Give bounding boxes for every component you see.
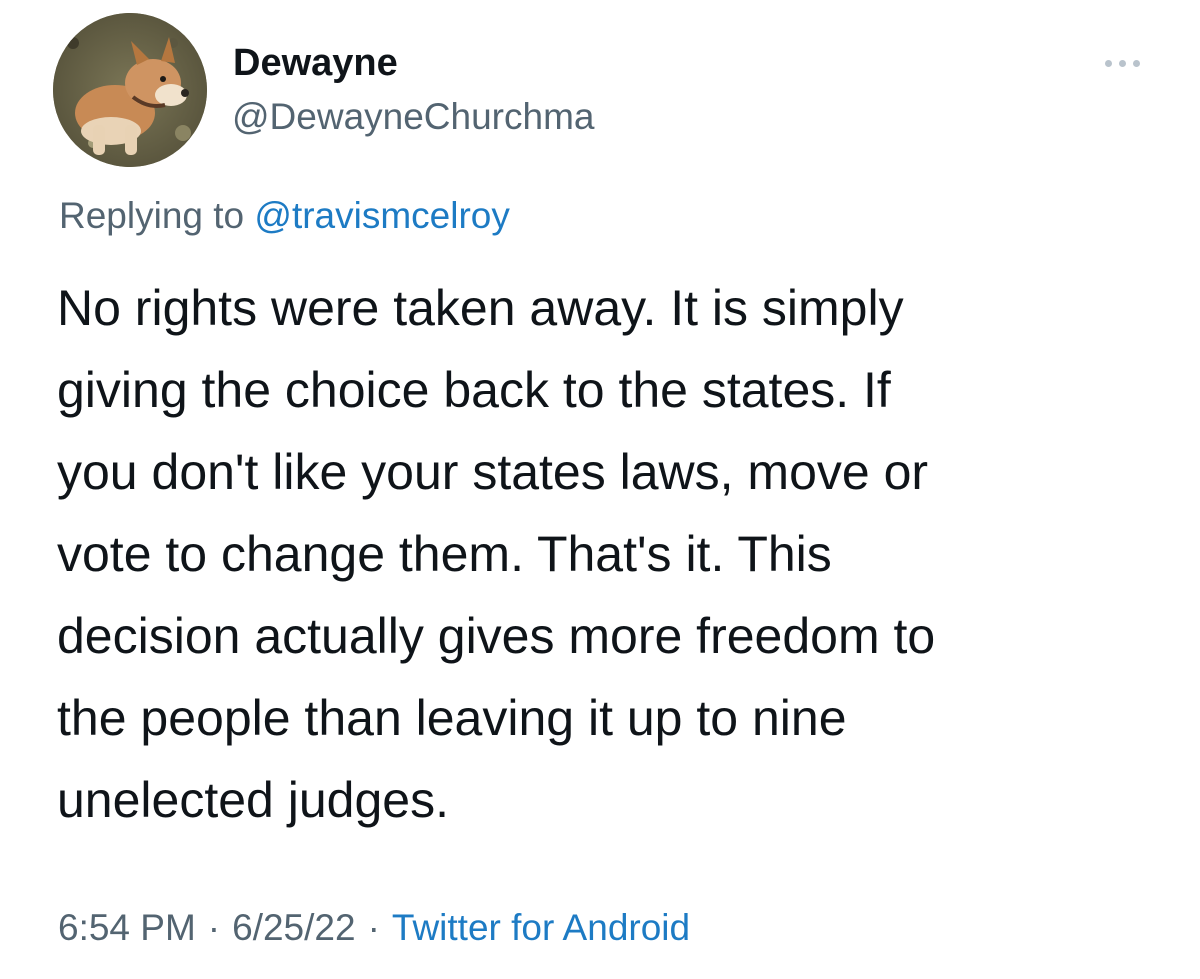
tweet-text-line: No rights were taken away. It is simply [57,280,904,336]
author-display-name[interactable]: Dewayne [233,40,398,86]
author-handle[interactable]: @DewayneChurchma [232,94,594,140]
more-dot [1104,59,1112,67]
replying-to-line: Replying to @travismcelroy [59,193,510,239]
meta-separator: · [367,907,380,948]
tweet-card: Dewayne @DewayneChurchma Replying to @tr… [0,0,1200,979]
tweet-text-line: you don't like your states laws, move or [57,444,929,500]
more-horizontal-icon [1104,59,1140,67]
tweet-time[interactable]: 6:54 PM [58,907,196,948]
tweet-text: No rights were taken away. It is simply … [57,267,1172,841]
tweet-text-line: decision actually gives more freedom to [57,608,936,664]
tweet-text-line: giving the choice back to the states. If [57,362,891,418]
more-dot [1118,59,1126,67]
replying-to-label: Replying to [59,195,255,236]
reply-mention-link[interactable]: @travismcelroy [254,195,509,236]
tweet-text-line: unelected judges. [57,772,449,828]
more-options-button[interactable] [1092,50,1152,76]
avatar[interactable] [53,13,207,167]
tweet-source-link[interactable]: Twitter for Android [392,907,690,948]
tweet-date[interactable]: 6/25/22 [232,907,355,948]
meta-separator: · [207,907,221,948]
tweet-text-line: the people than leaving it up to nine [57,690,847,746]
tweet-text-line: vote to change them. That's it. This [57,526,832,582]
more-dot [1132,59,1140,67]
tweet-metadata: 6:54 PM · 6/25/22 · Twitter for Android [58,905,690,951]
dog-avatar-icon [53,13,207,167]
